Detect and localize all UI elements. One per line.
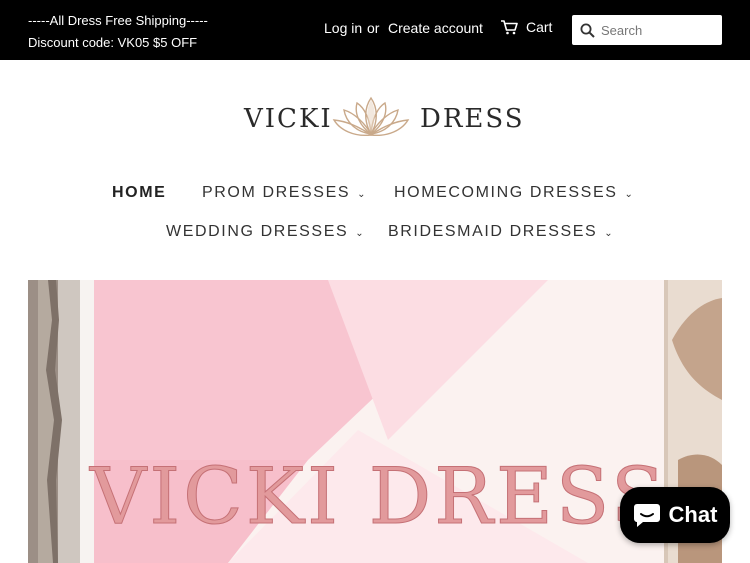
or-separator: or	[367, 20, 380, 36]
login-link[interactable]: Log in	[324, 20, 362, 36]
chat-button[interactable]: Chat	[620, 487, 730, 543]
chevron-down-icon: ⌄	[357, 188, 368, 200]
chat-label: Chat	[668, 502, 718, 527]
promo-line-discount: Discount code: VK05 $5 OFF	[28, 35, 198, 50]
announcement-bar: -----All Dress Free Shipping----- Discou…	[0, 0, 750, 60]
chat-bubble-icon	[633, 504, 660, 527]
cart-label: Cart	[526, 19, 553, 35]
lotus-icon	[332, 96, 410, 137]
search-box[interactable]	[572, 15, 722, 45]
nav-label: HOMECOMING DRESSES	[394, 184, 618, 201]
nav-label: WEDDING DRESSES	[166, 223, 349, 240]
nav-label: PROM DRESSES	[202, 184, 351, 201]
logo-text-dress: DRESS	[420, 104, 525, 134]
hero-title: VICKI DRESS	[89, 452, 668, 543]
nav-home[interactable]: HOME	[112, 184, 166, 202]
search-icon[interactable]	[580, 23, 595, 38]
chevron-down-icon: ⌄	[604, 227, 615, 239]
cart-link[interactable]: Cart	[500, 19, 552, 35]
nav-bridesmaid-dresses[interactable]: BRIDESMAID DRESSES ⌄	[388, 223, 614, 241]
promo-line-shipping: -----All Dress Free Shipping-----	[28, 13, 208, 28]
nav-prom-dresses[interactable]: PROM DRESSES ⌄	[202, 184, 367, 202]
logo-text-vicki: VICKI	[244, 104, 333, 134]
create-account-link[interactable]: Create account	[388, 20, 483, 36]
chevron-down-icon: ⌄	[624, 188, 635, 200]
nav-homecoming-dresses[interactable]: HOMECOMING DRESSES ⌄	[394, 184, 634, 202]
cart-icon	[501, 20, 518, 35]
promo-text: -----All Dress Free Shipping----- Discou…	[28, 10, 208, 54]
nav-wedding-dresses[interactable]: WEDDING DRESSES ⌄	[166, 223, 365, 241]
nav-label: HOME	[112, 184, 167, 201]
chevron-down-icon: ⌄	[355, 227, 366, 239]
nav-label: BRIDESMAID DRESSES	[388, 223, 598, 240]
search-input[interactable]	[601, 22, 711, 38]
